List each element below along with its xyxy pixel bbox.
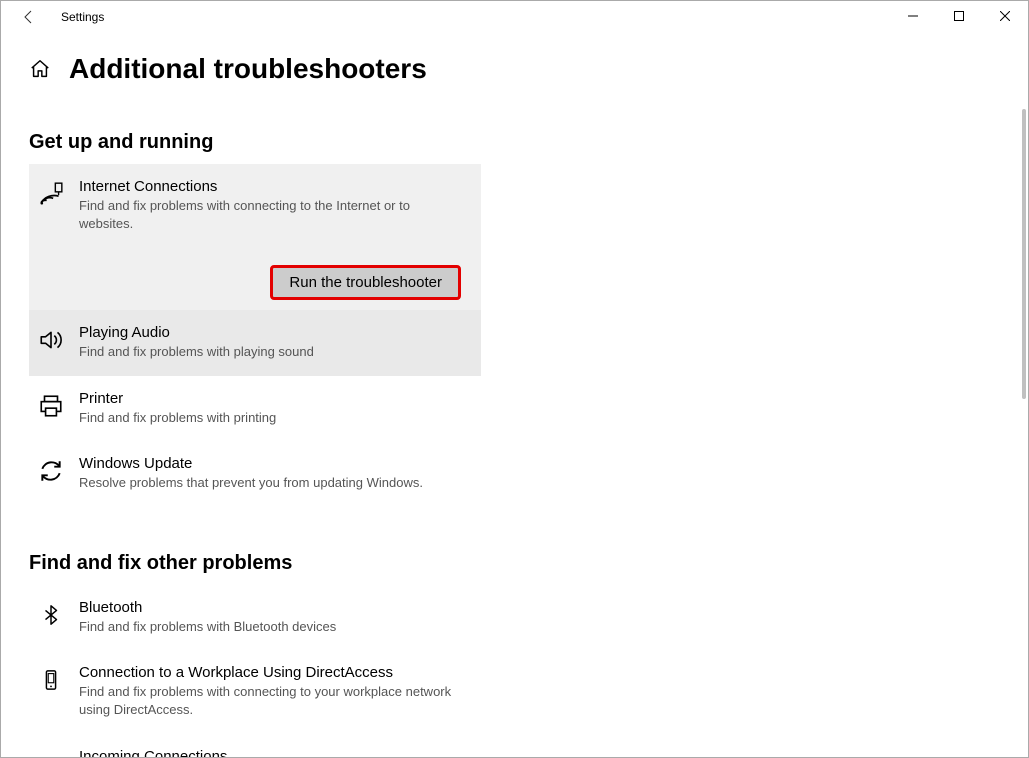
device-icon	[37, 666, 65, 694]
troubleshooter-bluetooth[interactable]: Bluetooth Find and fix problems with Blu…	[29, 585, 481, 650]
item-desc: Resolve problems that prevent you from u…	[79, 474, 467, 492]
section-find-and-fix: Find and fix other problems Bluetooth Fi…	[29, 552, 1028, 757]
troubleshooter-incoming-connections[interactable]: Incoming Connections Find and fix proble…	[29, 734, 481, 758]
section-title: Find and fix other problems	[29, 552, 1028, 575]
item-name: Bluetooth	[79, 599, 467, 616]
minimize-button[interactable]	[890, 1, 936, 31]
window-title: Settings	[61, 10, 104, 24]
item-name: Connection to a Workplace Using DirectAc…	[79, 664, 467, 681]
troubleshooter-directaccess[interactable]: Connection to a Workplace Using DirectAc…	[29, 650, 481, 733]
page-header: Additional troubleshooters	[29, 53, 1028, 85]
troubleshooter-playing-audio[interactable]: Playing Audio Find and fix problems with…	[29, 310, 481, 375]
item-name: Incoming Connections	[79, 748, 467, 758]
item-name: Internet Connections	[79, 178, 467, 195]
home-icon[interactable]	[29, 58, 51, 80]
troubleshooter-internet-connections[interactable]: Internet Connections Find and fix proble…	[29, 164, 481, 310]
section-title: Get up and running	[29, 131, 1028, 154]
troubleshooter-windows-update[interactable]: Windows Update Resolve problems that pre…	[29, 441, 481, 506]
item-name: Playing Audio	[79, 324, 467, 341]
troubleshooter-printer[interactable]: Printer Find and fix problems with print…	[29, 376, 481, 441]
item-desc: Find and fix problems with printing	[79, 409, 467, 427]
audio-icon	[37, 326, 65, 354]
window-controls	[890, 1, 1028, 31]
item-desc: Find and fix problems with playing sound	[79, 343, 467, 361]
scrollbar[interactable]	[1022, 109, 1026, 399]
update-icon	[37, 457, 65, 485]
network-icon	[37, 180, 65, 208]
item-desc: Find and fix problems with connecting to…	[79, 683, 467, 719]
titlebar: Settings	[1, 1, 1028, 33]
item-name: Windows Update	[79, 455, 467, 472]
maximize-button[interactable]	[936, 1, 982, 31]
item-desc: Find and fix problems with Bluetooth dev…	[79, 618, 467, 636]
content-area: Additional troubleshooters Get up and ru…	[1, 33, 1028, 757]
page-title: Additional troubleshooters	[69, 53, 427, 85]
section-get-up-and-running: Get up and running Internet Connections	[29, 131, 1028, 506]
signal-icon	[37, 750, 65, 758]
back-button[interactable]	[15, 9, 43, 25]
item-name: Printer	[79, 390, 467, 407]
run-troubleshooter-button[interactable]: Run the troubleshooter	[270, 265, 461, 300]
close-button[interactable]	[982, 1, 1028, 31]
printer-icon	[37, 392, 65, 420]
bluetooth-icon	[37, 601, 65, 629]
item-desc: Find and fix problems with connecting to…	[79, 197, 467, 233]
